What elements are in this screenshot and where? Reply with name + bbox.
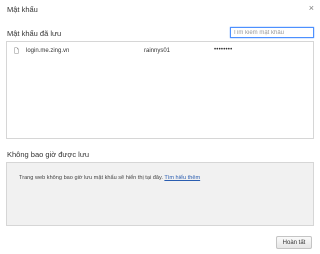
password-entry-row[interactable]: login.me.zing.vn rainnys01 •••••••• (7, 47, 313, 57)
done-button[interactable]: Hoàn tất (276, 236, 312, 249)
saved-passwords-heading: Mật khẩu đã lưu (7, 29, 62, 38)
never-saved-text: Trang web không bao giờ lưu mật khẩu sẽ … (19, 175, 163, 181)
dialog-title: Mật khẩu (7, 5, 38, 14)
entry-site: login.me.zing.vn (26, 48, 70, 54)
search-passwords-input[interactable] (230, 27, 314, 38)
never-saved-heading: Không bao giờ được lưu (7, 150, 90, 159)
entry-username: rainnys01 (144, 48, 171, 54)
never-saved-list: Trang web không bao giờ lưu mật khẩu sẽ … (6, 162, 314, 226)
saved-passwords-list: login.me.zing.vn rainnys01 •••••••• (6, 41, 314, 139)
learn-more-link[interactable]: Tìm hiểu thêm (164, 175, 200, 181)
close-icon[interactable]: × (309, 3, 314, 13)
never-saved-message: Trang web không bao giờ lưu mật khẩu sẽ … (19, 175, 200, 181)
page-icon (14, 47, 19, 54)
entry-password: •••••••• (214, 47, 233, 53)
